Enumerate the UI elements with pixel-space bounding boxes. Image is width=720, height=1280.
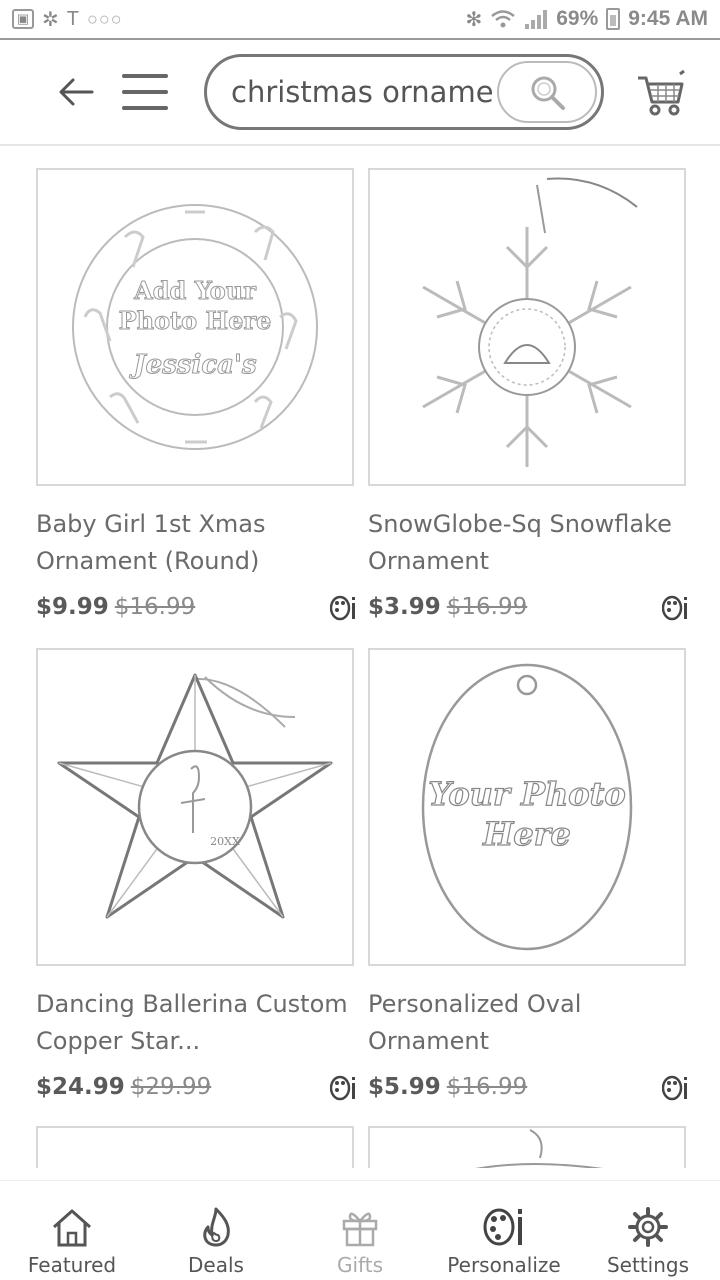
personalize-icon xyxy=(662,1075,687,1101)
flame-icon xyxy=(203,1207,230,1247)
oval-ornament-image: Your Photo Here xyxy=(421,663,633,951)
price-row: $5.99 $16.99 xyxy=(368,1072,687,1102)
personalize-icon xyxy=(662,595,687,621)
product-image[interactable]: 20XX xyxy=(36,648,354,966)
nav-label: Gifts xyxy=(336,1253,383,1277)
price-row: $24.99 $29.99 xyxy=(36,1072,355,1102)
sale-price: $9.99 xyxy=(36,594,109,620)
fan-notification-icon: ✲ xyxy=(42,8,59,31)
product-card-partial[interactable] xyxy=(368,1126,686,1168)
personalize-icon xyxy=(330,595,355,621)
nav-personalize[interactable]: Personalize xyxy=(432,1181,576,1280)
battery-percent: 69% xyxy=(556,7,599,30)
search-icon xyxy=(531,76,565,110)
product-image[interactable]: Your Photo Here xyxy=(368,648,686,966)
arrow-left-icon xyxy=(59,78,94,106)
nav-featured[interactable]: Featured xyxy=(0,1181,144,1280)
original-price: $16.99 xyxy=(114,594,196,620)
image-text-line: Jessica's xyxy=(128,350,257,380)
status-left: ▣ ✲ T ○○○ xyxy=(12,7,123,32)
battery-icon xyxy=(606,8,621,30)
bottom-navigation: Featured Deals Gifts Personalize Setting… xyxy=(0,1180,720,1280)
product-image[interactable]: Add Your Photo Here Jessica's xyxy=(36,168,354,486)
cart-icon xyxy=(638,69,685,116)
nav-gifts[interactable]: Gifts xyxy=(288,1181,432,1280)
wifi-icon xyxy=(491,10,516,28)
search-input[interactable]: christmas orname xyxy=(231,57,503,127)
status-right: ✻ 69% 9:45 AM xyxy=(465,7,708,32)
product-grid: Add Your Photo Here Jessica's Baby Girl … xyxy=(0,168,720,1168)
search-bar: christmas orname xyxy=(204,54,604,130)
original-price: $29.99 xyxy=(130,1074,212,1100)
star-ornament-image: 20XX xyxy=(57,673,333,919)
nav-deals[interactable]: Deals xyxy=(144,1181,288,1280)
image-text-line: 20XX xyxy=(210,835,240,848)
sale-price: $3.99 xyxy=(368,594,441,620)
original-price: $16.99 xyxy=(446,1074,528,1100)
nav-label: Settings xyxy=(606,1253,690,1277)
nav-settings[interactable]: Settings xyxy=(576,1181,720,1280)
hamburger-line xyxy=(122,74,168,78)
gift-icon xyxy=(342,1212,378,1247)
sale-price: $24.99 xyxy=(36,1074,125,1100)
image-text-line: Add Your xyxy=(133,276,256,305)
menu-button[interactable] xyxy=(122,74,168,110)
hamburger-line xyxy=(122,90,168,94)
sale-price: $5.99 xyxy=(368,1074,441,1100)
palette-icon xyxy=(483,1208,522,1246)
clock: 9:45 AM xyxy=(628,7,708,30)
product-title[interactable]: Dancing Ballerina Custom Copper Star... xyxy=(36,986,354,1060)
product-card[interactable]: SnowGlobe-Sq Snowflake Ornament $3.99 $1… xyxy=(368,168,687,622)
app-header: christmas orname xyxy=(0,42,720,146)
ornament-hanger-image xyxy=(475,1129,603,1168)
original-price: $16.99 xyxy=(446,594,528,620)
product-card[interactable]: Your Photo Here Personalized Oval Orname… xyxy=(368,648,687,1102)
image-text-line: Your Photo xyxy=(428,775,625,813)
hamburger-line xyxy=(122,106,168,110)
price-row: $3.99 $16.99 xyxy=(368,592,687,622)
gear-icon xyxy=(628,1207,668,1247)
product-card-partial[interactable] xyxy=(36,1126,354,1168)
personalize-icon xyxy=(330,1075,355,1101)
t-mobile-icon: T xyxy=(66,7,79,30)
price-row: $9.99 $16.99 xyxy=(36,592,355,622)
product-image[interactable] xyxy=(368,168,686,486)
product-card[interactable]: Add Your Photo Here Jessica's Baby Girl … xyxy=(36,168,355,622)
nav-label: Deals xyxy=(188,1253,244,1277)
bluetooth-icon: ✻ xyxy=(465,8,483,31)
nav-label: Featured xyxy=(27,1253,117,1277)
product-card[interactable]: 20XX Dancing Ballerina Custom Copper Sta… xyxy=(36,648,355,1102)
status-bar: ▣ ✲ T ○○○ ✻ 69% 9:45 AM xyxy=(0,0,720,40)
home-icon xyxy=(53,1209,91,1247)
product-title[interactable]: Baby Girl 1st Xmas Ornament (Round) xyxy=(36,506,354,580)
back-button[interactable] xyxy=(56,72,96,112)
image-text-line: Here xyxy=(482,815,571,853)
snowflake-ornament-image xyxy=(422,177,638,467)
signal-icon xyxy=(525,10,548,29)
product-title[interactable]: Personalized Oval Ornament xyxy=(368,986,686,1060)
round-ornament-image: Add Your Photo Here Jessica's xyxy=(72,204,318,450)
image-notification-icon: ▣ xyxy=(12,9,34,29)
product-title[interactable]: SnowGlobe-Sq Snowflake Ornament xyxy=(368,506,686,580)
cart-button[interactable] xyxy=(634,69,686,118)
nav-label: Personalize xyxy=(447,1253,561,1277)
image-text-line: Photo Here xyxy=(119,306,272,335)
search-button[interactable] xyxy=(497,61,597,123)
more-notifications-icon: ○○○ xyxy=(86,8,123,29)
